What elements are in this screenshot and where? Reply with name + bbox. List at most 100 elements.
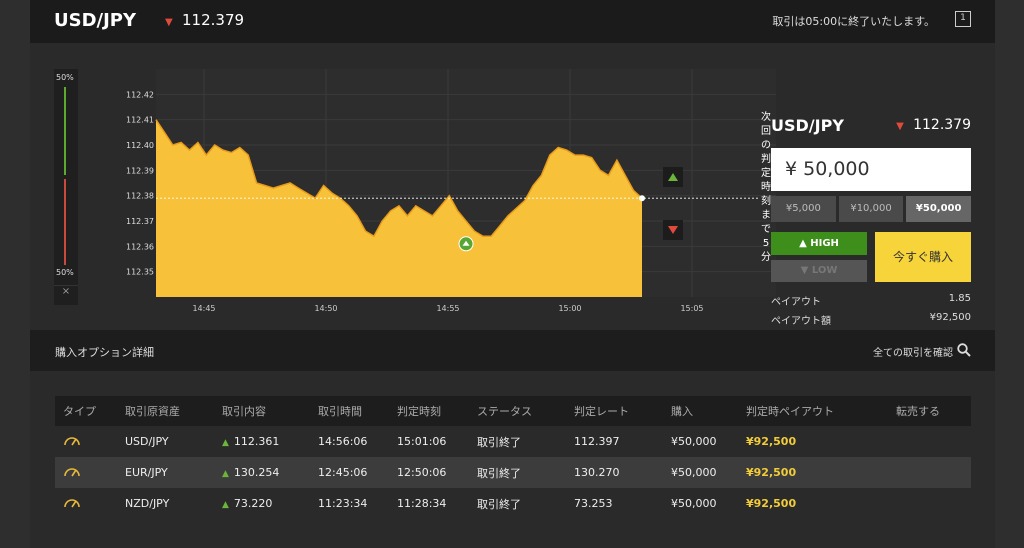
asset-title: USD/JPY [54, 10, 137, 31]
current-rate-dot [639, 195, 645, 202]
entry-value: 130.254 [233, 466, 280, 479]
type-cell [55, 426, 117, 457]
amount-cell: ¥50,000 [663, 457, 738, 488]
resell-cell [888, 426, 971, 457]
type-cell [55, 488, 117, 519]
chart-y-tick-label: 112.39 [126, 166, 154, 175]
low-button[interactable]: ▼ LOW [771, 260, 867, 282]
preset-50000-button[interactable]: ¥50,000 [906, 196, 972, 222]
app-frame: USD/JPY ▼ 112.379 取引は05:00に終了いたします。 1 50%… [30, 0, 995, 548]
next-expiry-char: 分 [761, 251, 771, 263]
col-status: ステータス [469, 396, 566, 426]
chart-x-tick-label: 14:45 [192, 304, 215, 313]
details-header: 購入オプション詳細 全ての取引を確認 [30, 330, 995, 371]
entry-cell: ▲ 73.220 [214, 488, 310, 519]
search-icon[interactable] [957, 343, 971, 357]
up-arrow-icon: ▲ [222, 469, 229, 479]
rate-cell: 112.397 [574, 435, 620, 448]
chart-x-tick-label: 14:50 [314, 304, 337, 313]
chart-y-tick-label: 112.41 [126, 116, 154, 125]
status-cell: 取引終了 [477, 497, 521, 511]
amount-presets: ¥5,000 ¥10,000 ¥50,000 [771, 196, 972, 222]
table-row[interactable]: EUR/JPY ▲ 130.254 12:45:06 12:50:06 取引終了 … [55, 457, 971, 488]
asset-cell: NZD/JPY [125, 497, 170, 510]
panel-rate-value: 112.379 [913, 117, 971, 133]
table-row[interactable]: NZD/JPY ▲ 73.220 11:23:34 11:28:34 取引終了 7… [55, 488, 971, 519]
payout-cell: ¥92,500 [738, 457, 888, 488]
status-cell: 取引終了 [469, 457, 566, 488]
rate-cell: 130.270 [566, 457, 663, 488]
entry-cell: ▲ 130.254 [214, 457, 310, 488]
next-expiry-char: 回 [761, 125, 771, 137]
chart-y-tick-label: 112.40 [126, 141, 154, 150]
chart-x-tick-label: 14:55 [436, 304, 459, 313]
col-resell: 転売する [888, 396, 971, 426]
expiry-cell: 11:28:34 [397, 497, 447, 510]
next-expiry-char: 5 [763, 238, 769, 249]
chart-x-tick-label: 15:05 [680, 304, 703, 313]
chart-y-tick-label: 112.42 [126, 90, 154, 99]
amount-cell: ¥50,000 [671, 435, 717, 448]
details-table-area: タイプ 取引原資産 取引内容 取引時間 判定時刻 ステータス 判定レート 購入 … [30, 371, 995, 548]
window-icon[interactable]: 1 [955, 11, 971, 27]
trade-area: 50% 50% × 14:45 14:50 14:55 15:00 15:05 112.4… [30, 43, 995, 330]
gauge-top-label: 50% [56, 73, 74, 82]
next-expiry-char: の [761, 140, 771, 151]
gauge-low-bar [64, 179, 66, 265]
up-arrow-icon: ▲ [222, 438, 229, 448]
payout-row: ペイアウト 1.85 [771, 293, 971, 308]
speedometer-icon [64, 437, 80, 446]
down-arrow-icon: ▼ [800, 265, 812, 276]
entry-value: 112.361 [233, 435, 280, 448]
status-cell: 取引終了 [477, 435, 521, 449]
time-cell: 14:56:06 [318, 435, 368, 448]
amount-cell: ¥50,000 [671, 497, 717, 510]
current-rate: ▼ 112.379 [165, 11, 244, 29]
amount-input[interactable]: ¥ 50,000 [771, 148, 971, 191]
time-cell: 12:45:06 [310, 457, 389, 488]
col-type: タイプ [55, 396, 117, 426]
down-arrow-icon: ▼ [896, 121, 904, 132]
next-expiry-char: ま [761, 209, 771, 221]
chart-y-tick-label: 112.38 [126, 192, 154, 201]
top-bar: USD/JPY ▼ 112.379 取引は05:00に終了いたします。 1 [30, 0, 995, 43]
preset-10000-button[interactable]: ¥10,000 [838, 196, 904, 222]
preset-5000-button[interactable]: ¥5,000 [771, 196, 836, 222]
current-rate-value: 112.379 [182, 11, 245, 29]
low-label: LOW [811, 265, 838, 276]
col-expiry: 判定時刻 [389, 396, 469, 426]
high-label: HIGH [810, 238, 839, 249]
payout-cell: ¥92,500 [746, 497, 797, 510]
col-payout: 判定時ペイアウト [738, 396, 888, 426]
gauge-high-bar [64, 87, 66, 175]
type-cell [55, 457, 117, 488]
resell-cell [888, 488, 971, 519]
payout-value: 1.85 [948, 293, 971, 304]
down-arrow-icon: ▼ [165, 16, 173, 28]
col-time: 取引時間 [310, 396, 389, 426]
col-entry: 取引内容 [214, 396, 310, 426]
payout-amount-label: ペイアウト額 [771, 316, 831, 327]
next-expiry-char: 刻 [761, 194, 771, 207]
view-all-trades-link[interactable]: 全ての取引を確認 [873, 344, 953, 359]
table-row[interactable]: USD/JPY ▲ 112.361 14:56:06 15:01:06 取引終了 … [55, 426, 971, 457]
chart-x-tick-label: 15:00 [558, 304, 581, 313]
panel-rate: ▼ 112.379 [896, 117, 971, 133]
payout-amount-row: ペイアウト額 ¥92,500 [771, 312, 971, 327]
high-button[interactable]: ▲ HIGH [771, 232, 867, 255]
speedometer-icon [64, 468, 80, 477]
payout-amount-value: ¥92,500 [929, 312, 971, 323]
panel-asset-title: USD/JPY [771, 116, 844, 135]
next-expiry-char: 判 [761, 153, 771, 165]
chart-y-tick-label: 112.36 [126, 242, 154, 251]
options-table: タイプ 取引原資産 取引内容 取引時間 判定時刻 ステータス 判定レート 購入 … [55, 396, 971, 519]
asset-cell: EUR/JPY [117, 457, 214, 488]
next-expiry-char: 定 [761, 166, 771, 179]
up-arrow-icon: ▲ [222, 500, 229, 510]
entry-value: 73.220 [233, 497, 273, 510]
gauge-close-button[interactable]: × [54, 285, 78, 305]
payout-label: ペイアウト [771, 297, 821, 308]
buy-now-button[interactable]: 今すぐ購入 [875, 232, 971, 282]
time-cell: 11:23:34 [318, 497, 368, 510]
payout-cell: ¥92,500 [746, 435, 797, 448]
